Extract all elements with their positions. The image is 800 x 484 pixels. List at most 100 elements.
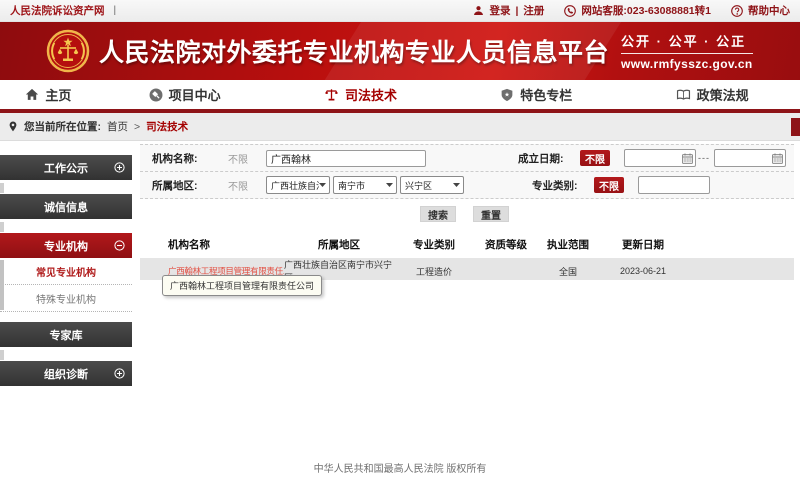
- sidebar-submenu: 常见专业机构 特殊专业机构: [0, 258, 132, 312]
- register-link[interactable]: 注册: [523, 3, 544, 18]
- reset-button[interactable]: 重置: [473, 206, 509, 222]
- sidebar-notch: [0, 222, 4, 232]
- circle-plus-icon: [114, 368, 125, 379]
- sidebar-subitem-common-orgs[interactable]: 常见专业机构: [0, 258, 132, 285]
- sidebar-subitem-special-orgs[interactable]: 特殊专业机构: [0, 285, 132, 312]
- founding-date-unlimited-button[interactable]: 不限: [580, 150, 610, 166]
- region-label: 所属地区:: [152, 178, 210, 193]
- cell-category: 工程造价: [394, 265, 474, 278]
- district-select[interactable]: 兴宁区: [400, 176, 464, 194]
- site-banner: 人民法院对外委托专业机构专业人员信息平台 公开 · 公平 · 公正 www.rm…: [0, 22, 800, 80]
- founding-date-label: 成立日期:: [518, 151, 576, 166]
- chevron-down-icon: [319, 183, 326, 187]
- service-phone: 网站客服:023-63088881转1: [581, 3, 711, 18]
- cell-scope: 全国: [538, 265, 598, 278]
- sidebar-item-label: 工作公示: [44, 160, 88, 176]
- asset-site-link[interactable]: 人民法院诉讼资产网: [10, 3, 105, 18]
- sidebar: 工作公示 诚信信息 专业机构 常见专业机构 特殊专业机构: [0, 141, 132, 445]
- site-url: www.rmfysszc.gov.cn: [621, 57, 753, 71]
- copyright-text: 中华人民共和国最高人民法院 版权所有: [314, 460, 487, 475]
- form-row-1: 机构名称: 不限 成立日期: 不限 ---: [140, 145, 794, 172]
- nav-label: 司法技术: [345, 85, 397, 104]
- sidebar-item-label: 诚信信息: [44, 199, 88, 215]
- site-title: 人民法院对外委托专业机构专业人员信息平台: [99, 33, 609, 69]
- sidebar-subitem-label: 特殊专业机构: [36, 291, 96, 306]
- divider: |: [114, 5, 117, 16]
- nav-label: 特色专栏: [520, 85, 572, 104]
- login-link[interactable]: 登录: [489, 3, 510, 18]
- sidebar-subitem-label: 常见专业机构: [36, 264, 96, 279]
- sidebar-item-expert-pool[interactable]: 专家库: [0, 322, 132, 347]
- category-input[interactable]: [638, 176, 710, 194]
- col-header-updated: 更新日期: [598, 237, 688, 252]
- book-icon: [676, 88, 691, 101]
- nav-item-policies[interactable]: 政策法规: [624, 80, 800, 109]
- main-panel: 机构名称: 不限 成立日期: 不限 ---: [132, 141, 800, 445]
- help-center-link[interactable]: 帮助中心: [748, 3, 790, 18]
- city-select[interactable]: 南宁市: [333, 176, 397, 194]
- table-header-row: 机构名称 所属地区 专业类别 资质等级 执业范围 更新日期: [140, 233, 794, 255]
- region-unlimited[interactable]: 不限: [228, 178, 250, 193]
- sidebar-item-integrity-info[interactable]: 诚信信息: [0, 194, 132, 219]
- nav-item-home[interactable]: 主页: [0, 80, 97, 109]
- user-icon: [473, 5, 484, 16]
- location-pin-icon: [8, 121, 18, 133]
- footer: 中华人民共和国最高人民法院 版权所有: [0, 445, 800, 484]
- court-emblem-icon: [46, 29, 90, 73]
- sidebar-item-professional-orgs[interactable]: 专业机构: [0, 233, 132, 258]
- form-buttons: 搜索 重置: [140, 199, 794, 229]
- category-unlimited-button[interactable]: 不限: [594, 177, 624, 193]
- org-name-unlimited[interactable]: 不限: [228, 151, 250, 166]
- sidebar-item-work-publicity[interactable]: 工作公示: [0, 155, 132, 180]
- breadcrumb-current: 司法技术: [146, 119, 188, 134]
- org-name-tooltip: 广西翰林工程项目管理有限责任公司: [162, 275, 322, 296]
- breadcrumb-prefix: 您当前所在位置:: [24, 119, 101, 134]
- breadcrumb: 您当前所在位置: 首页 > 司法技术: [0, 113, 800, 141]
- col-header-category: 专业类别: [394, 237, 474, 252]
- site-slogan: 公开 · 公平 · 公正: [621, 31, 753, 54]
- breadcrumb-home-link[interactable]: 首页: [107, 119, 128, 134]
- breadcrumb-corner-marker: [791, 118, 800, 136]
- sidebar-notch: [0, 183, 4, 193]
- circle-plus-icon: [114, 162, 125, 173]
- nav-item-featured[interactable]: 特色专栏: [448, 80, 624, 109]
- org-name-label: 机构名称:: [152, 151, 210, 166]
- sidebar-item-label: 专业机构: [44, 238, 88, 254]
- col-header-scope: 执业范围: [538, 237, 598, 252]
- district-select-value: 兴宁区: [405, 179, 432, 192]
- search-button[interactable]: 搜索: [420, 206, 456, 222]
- province-select[interactable]: 广西壮族自治: [266, 176, 330, 194]
- col-header-grade: 资质等级: [474, 237, 538, 252]
- shield-star-icon: [500, 88, 514, 102]
- form-row-2: 所属地区: 不限 广西壮族自治 南宁市 兴宁区 专业类别:: [140, 172, 794, 199]
- help-icon: [731, 5, 743, 17]
- date-to-field[interactable]: [714, 149, 786, 167]
- calendar-icon[interactable]: [772, 153, 783, 164]
- calendar-icon[interactable]: [682, 153, 693, 164]
- nav-item-judicial-tech[interactable]: 司法技术: [273, 80, 449, 109]
- circle-minus-icon: [114, 240, 125, 251]
- divider: |: [515, 5, 518, 17]
- sidebar-item-label: 专家库: [50, 327, 83, 343]
- nav-label: 项目中心: [169, 85, 221, 104]
- col-header-region: 所属地区: [284, 237, 394, 252]
- cell-updated: 2023-06-21: [598, 266, 688, 276]
- content-area: 工作公示 诚信信息 专业机构 常见专业机构 特殊专业机构: [0, 141, 800, 445]
- chevron-down-icon: [453, 183, 460, 187]
- gavel-circle-icon: [149, 88, 163, 102]
- date-from-field[interactable]: [624, 149, 696, 167]
- search-form: 机构名称: 不限 成立日期: 不限 ---: [140, 144, 794, 199]
- sidebar-item-org-diagnosis[interactable]: 组织诊断: [0, 361, 132, 386]
- province-select-value: 广西壮族自治: [271, 179, 319, 192]
- sidebar-notch: [0, 350, 4, 360]
- nav-item-project-center[interactable]: 项目中心: [97, 80, 273, 109]
- nav-label: 主页: [45, 85, 71, 104]
- main-nav: 主页 项目中心 司法技术 特色专栏: [0, 80, 800, 113]
- top-utility-bar: 人民法院诉讼资产网 | 登录 | 注册 网站客服:023-63088881转1 …: [0, 0, 800, 22]
- page: 人民法院诉讼资产网 | 登录 | 注册 网站客服:023-63088881转1 …: [0, 0, 800, 484]
- col-header-org-name: 机构名称: [156, 237, 284, 252]
- org-name-input[interactable]: [266, 150, 426, 167]
- breadcrumb-separator: >: [134, 121, 140, 133]
- nav-label: 政策法规: [697, 85, 749, 104]
- home-icon: [25, 88, 39, 101]
